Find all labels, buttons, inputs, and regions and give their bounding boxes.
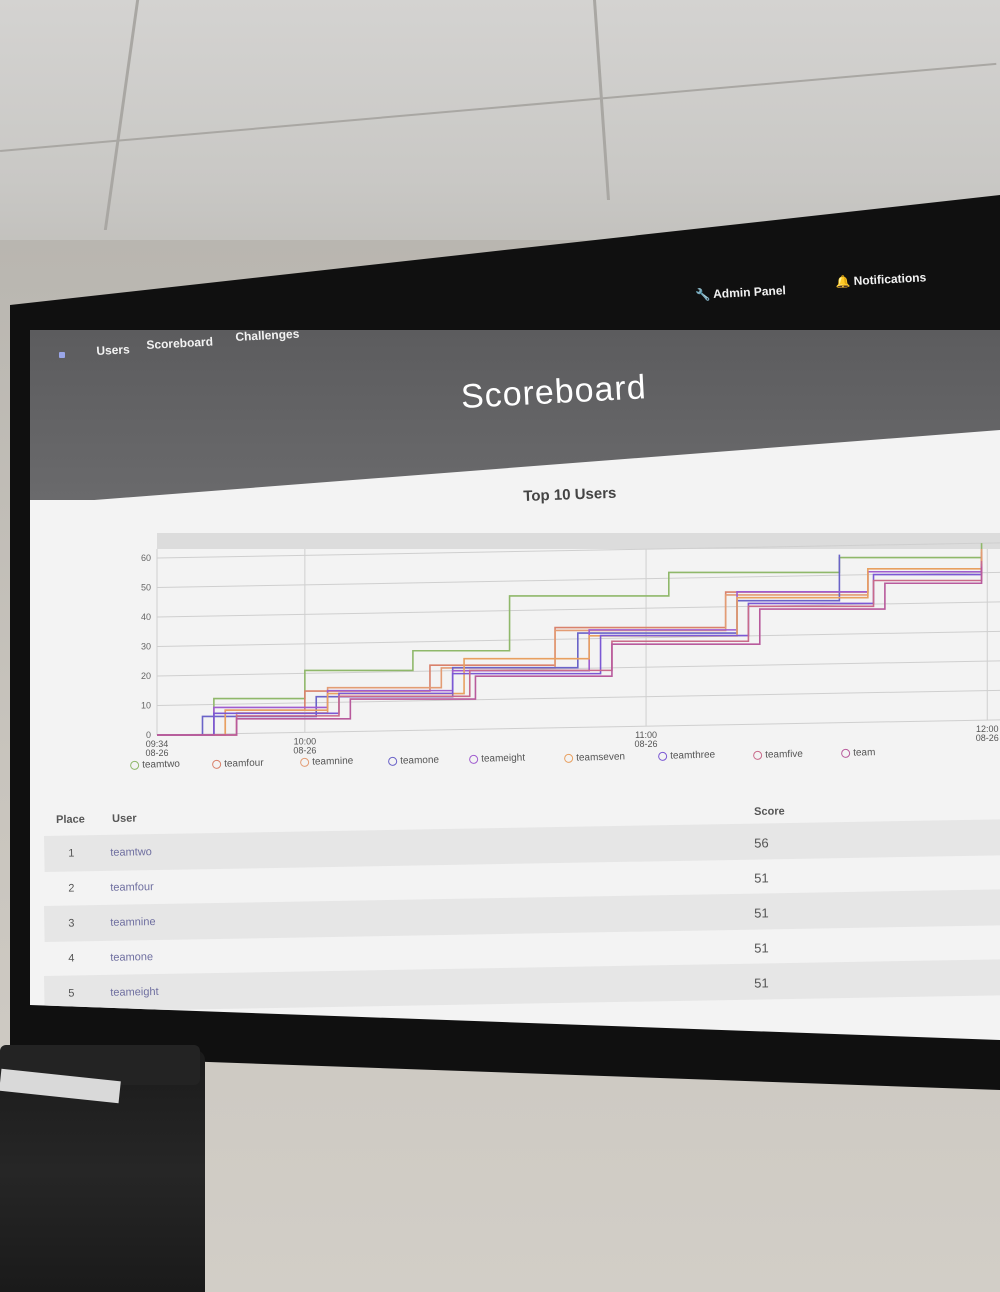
legend-item-team[interactable]: team <box>840 747 876 759</box>
table-header-place: Place <box>56 813 85 826</box>
x-tick-date: 08-26 <box>145 748 168 758</box>
y-gridline <box>156 719 1000 736</box>
legend-label: teameight <box>480 752 526 765</box>
legend-marker-icon <box>130 760 140 770</box>
place-cell: 4 <box>68 952 75 965</box>
score-cell: 51 <box>754 870 769 886</box>
ceiling-tile-line <box>593 0 610 200</box>
legend-label: teamfour <box>223 757 264 770</box>
user-link[interactable]: teamone <box>110 951 153 964</box>
legend-item-teamfive[interactable]: teamfive <box>752 748 803 761</box>
legend-label: teamone <box>399 754 439 767</box>
ceiling-tile-line <box>0 62 997 152</box>
series-line-teamfive <box>157 560 983 736</box>
legend-marker-icon <box>840 748 850 758</box>
x-tick-date: 08-26 <box>976 733 999 743</box>
bell-icon: 🔔 <box>835 274 851 289</box>
legend-item-teamtwo[interactable]: teamtwo <box>130 759 180 771</box>
x-tick-date: 08-26 <box>293 745 316 755</box>
legend-label: teamthree <box>669 749 716 762</box>
score-cell: 51 <box>754 940 769 956</box>
y-tick-label: 60 <box>141 553 151 563</box>
score-cell: 51 <box>754 975 769 991</box>
y-tick-label: 10 <box>141 701 151 711</box>
place-cell: 5 <box>68 987 75 1000</box>
y-tick-label: 40 <box>141 612 151 622</box>
score-cell: 56 <box>754 835 769 851</box>
legend-marker-icon <box>469 754 479 764</box>
legend-marker-icon <box>299 757 309 767</box>
y-tick-label: 20 <box>141 671 151 681</box>
series-line-teamthree <box>157 563 983 736</box>
series-line-teameight <box>157 557 983 736</box>
projected-screen: Users Scoreboard Challenges 🔧 Admin Pane… <box>30 270 1000 1040</box>
score-cell: 51 <box>754 905 769 921</box>
legend-item-teamone[interactable]: teamone <box>387 754 439 767</box>
ceiling-tile-line <box>103 0 140 230</box>
place-cell: 1 <box>68 847 75 860</box>
x-tick-date: 08-26 <box>635 739 658 749</box>
legend-item-teamthree[interactable]: teamthree <box>658 750 715 762</box>
y-tick-label: 30 <box>141 642 151 652</box>
wrench-icon: 🔧 <box>695 287 711 302</box>
legend-label: teamtwo <box>141 758 181 771</box>
legend-label: teamnine <box>311 755 353 768</box>
legend-marker-icon <box>658 751 668 761</box>
legend-marker-icon <box>563 753 573 763</box>
place-cell: 2 <box>68 882 75 895</box>
legend-marker-icon <box>211 759 221 769</box>
legend-label: teamfive <box>764 748 803 761</box>
user-link[interactable]: teamtwo <box>110 846 152 859</box>
legend-marker-icon <box>752 750 762 760</box>
legend-item-teamseven[interactable]: teamseven <box>563 750 625 764</box>
legend-label: teamseven <box>575 750 625 764</box>
table-header-score: Score <box>754 805 785 818</box>
y-tick-label: 50 <box>141 583 151 593</box>
user-link[interactable]: teamnine <box>110 916 155 929</box>
legend-item-teamnine[interactable]: teamnine <box>299 755 353 768</box>
chart-zoom-bar <box>157 533 1000 549</box>
series-line-teamseven <box>157 557 983 736</box>
user-link[interactable]: teamfour <box>110 881 154 894</box>
place-cell: 3 <box>68 917 75 930</box>
user-link[interactable]: teameight <box>110 986 159 999</box>
table-header-user: User <box>112 812 137 825</box>
legend-marker-icon <box>387 756 397 766</box>
legend-label: team <box>852 747 876 759</box>
legend-item-teameight[interactable]: teameight <box>469 753 525 765</box>
legend-item-teamfour[interactable]: teamfour <box>211 757 264 770</box>
